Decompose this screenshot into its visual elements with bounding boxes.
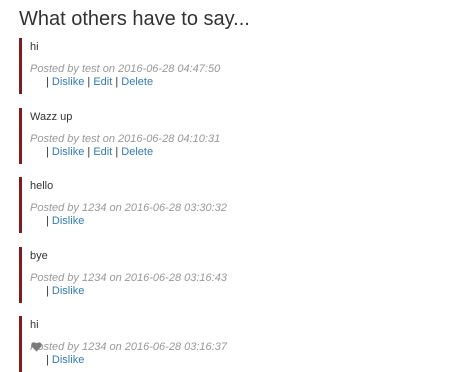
dislike-link[interactable]: Dislike <box>52 76 84 88</box>
comment-text: bye <box>30 250 48 262</box>
comment-text: hello <box>30 180 54 192</box>
dislike-link[interactable]: Dislike <box>52 215 84 227</box>
comment-text: hi <box>30 319 39 331</box>
comments-page: What others have to say... hi Posted by … <box>0 0 474 372</box>
comment-actions: | Dislike | Edit | Delete <box>46 146 153 159</box>
comment-meta: Posted by test on 2016-06-28 04:47:50 <box>30 63 221 75</box>
delete-link[interactable]: Delete <box>121 146 153 158</box>
comment-actions: | Dislike | Edit | Delete <box>46 76 153 89</box>
edit-link[interactable]: Edit <box>93 146 112 158</box>
comment-item: Wazz up Posted by test on 2016-06-28 04:… <box>19 108 319 164</box>
dislike-link[interactable]: Dislike <box>52 354 84 366</box>
delete-link[interactable]: Delete <box>121 76 153 88</box>
comment-item: hi Posted by test on 2016-06-28 04:47:50… <box>19 38 319 94</box>
comment-item: hello Posted by 1234 on 2016-06-28 03:30… <box>19 177 319 233</box>
dislike-link[interactable]: Dislike <box>52 285 84 297</box>
comment-actions: | Dislike <box>46 215 84 228</box>
heart-icon[interactable] <box>31 342 42 352</box>
comment-meta: Posted by test on 2016-06-28 04:10:31 <box>30 133 221 145</box>
comment-text: Wazz up <box>30 111 73 123</box>
section-heading: What others have to say... <box>19 8 250 30</box>
comment-actions: | Dislike <box>46 354 84 367</box>
comment-meta: Posted by 1234 on 2016-06-28 03:30:32 <box>30 202 227 214</box>
comment-meta: Posted by 1234 on 2016-06-28 03:16:37 <box>30 341 227 353</box>
comment-item: hi Posted by 1234 on 2016-06-28 03:16:37… <box>19 316 319 372</box>
comment-item: bye Posted by 1234 on 2016-06-28 03:16:4… <box>19 247 319 303</box>
comment-text: hi <box>30 41 39 53</box>
comment-actions: | Dislike <box>46 285 84 298</box>
edit-link[interactable]: Edit <box>93 76 112 88</box>
dislike-link[interactable]: Dislike <box>52 146 84 158</box>
comment-meta: Posted by 1234 on 2016-06-28 03:16:43 <box>30 272 227 284</box>
